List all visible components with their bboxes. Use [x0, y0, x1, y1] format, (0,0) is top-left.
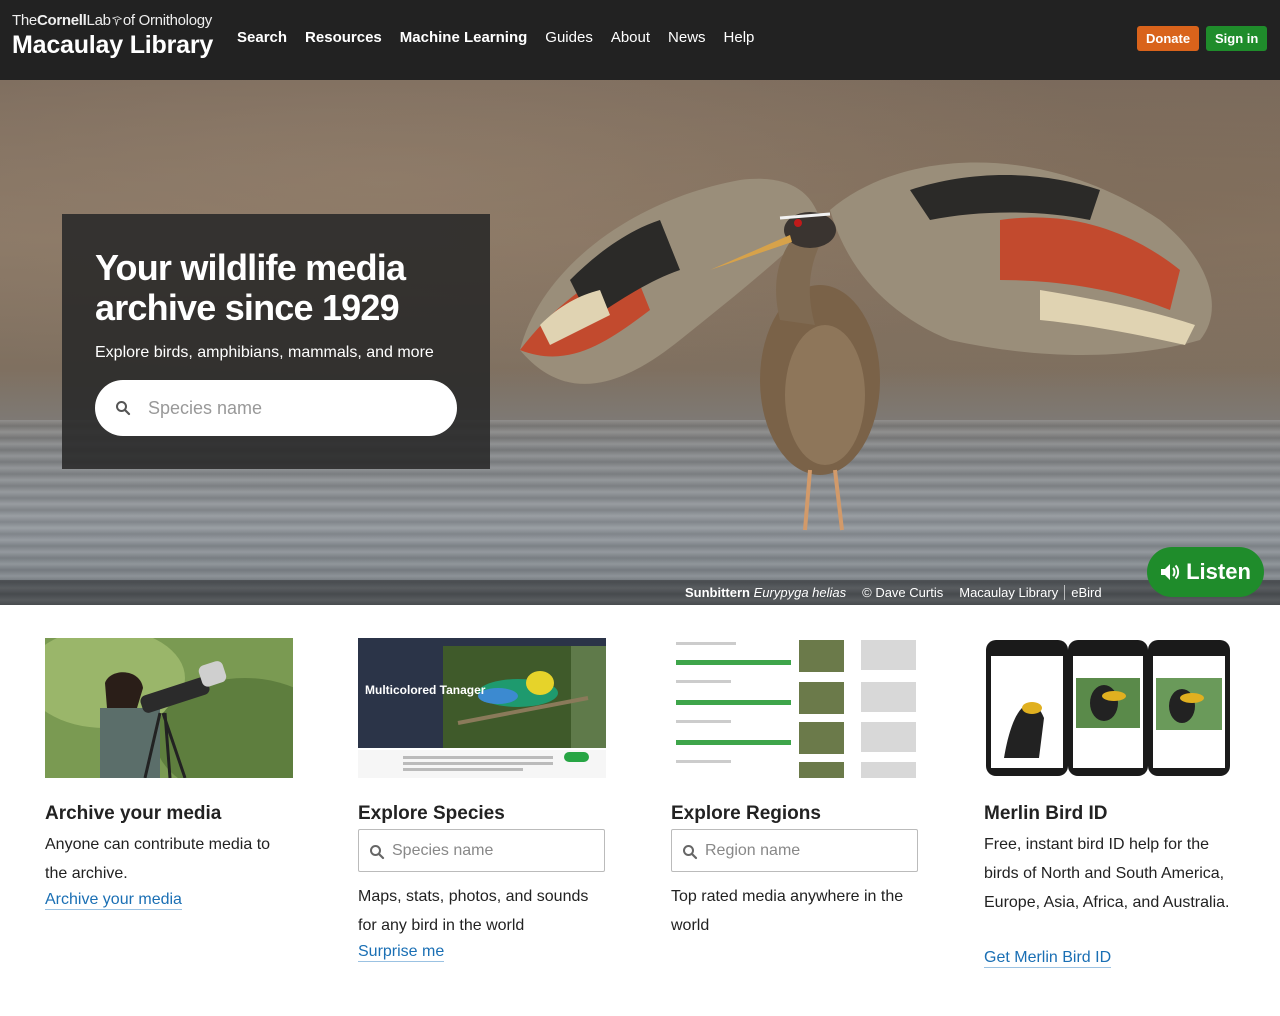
cornell-bird-icon [111, 15, 122, 25]
sign-in-button[interactable]: Sign in [1206, 26, 1268, 51]
macaulay-library-title: Macaulay Library [12, 31, 214, 59]
logo-lab: Lab [86, 12, 111, 29]
region-search-input[interactable]: Region name [671, 829, 918, 872]
hero-species-search[interactable]: Species name [95, 380, 457, 436]
species-search-input[interactable]: Species name [358, 829, 605, 872]
speaker-icon [1161, 564, 1180, 580]
archive-title: Archive your media [45, 803, 222, 824]
card-explore-regions: Explore Regions Region name Top rated me… [671, 638, 919, 934]
photo-caption: Sunbittern Eurypyga helias © Dave Curtis… [685, 585, 1102, 600]
archive-media-link[interactable]: Archive your media [45, 891, 182, 910]
search-icon [683, 845, 698, 860]
card-merlin: Merlin Bird ID Free, instant bird ID hel… [984, 638, 1232, 968]
search-icon [116, 401, 131, 416]
caption-scientific-name: Eurypyga helias [753, 585, 847, 600]
merlin-phones-image [984, 638, 1232, 778]
hero-banner: Your wildlife media archive since 1929 E… [0, 80, 1280, 605]
nav-help[interactable]: Help [724, 29, 755, 46]
region-media-preview [671, 638, 919, 778]
logo-ornithology: of Ornithology [122, 12, 212, 29]
explore-species-description: Maps, stats, photos, and sounds for any … [358, 888, 589, 934]
hero-subtitle: Explore birds, amphibians, mammals, and … [95, 344, 434, 361]
caption-common-name: Sunbittern [685, 585, 750, 600]
merlin-description: Free, instant bird ID help for the birds… [984, 836, 1230, 911]
caption-credit[interactable]: © Dave Curtis [862, 585, 943, 600]
region-search-placeholder: Region name [705, 842, 801, 859]
site-header: The Cornell Lab of Ornithology Macaulay Li… [0, 0, 1280, 80]
nav-about[interactable]: About [611, 29, 650, 46]
get-merlin-link[interactable]: Get Merlin Bird ID [984, 949, 1112, 968]
caption-species[interactable]: Sunbittern Eurypyga helias [685, 585, 846, 600]
regions-thumbnail[interactable] [671, 638, 919, 778]
explore-regions-title: Explore Regions [671, 803, 821, 824]
site-logo[interactable]: The Cornell Lab of Ornithology Macaulay Li… [12, 12, 214, 60]
logo-the: The [12, 12, 37, 29]
merlin-title: Merlin Bird ID [984, 803, 1108, 824]
archive-thumbnail[interactable] [45, 638, 293, 778]
card-explore-species: Multicolored Tanager Explore Species Spe… [358, 638, 606, 962]
nav-guides[interactable]: Guides [545, 29, 593, 46]
archive-description: Anyone can contribute media to the archi… [45, 836, 271, 882]
species-search-placeholder: Species name [392, 842, 494, 859]
nav-machine-learning[interactable]: Machine Learning [400, 29, 528, 46]
explore-regions-description: Top rated media anywhere in the world [671, 888, 904, 934]
photographer-image [45, 638, 293, 778]
hero-search-placeholder: Species name [148, 398, 263, 418]
explore-species-title: Explore Species [358, 803, 505, 824]
search-icon [370, 845, 385, 860]
hero-title: Your wildlife media archive since 1929 [95, 247, 406, 328]
sunbittern-photo [520, 162, 1212, 531]
nav-resources[interactable]: Resources [305, 29, 382, 46]
donate-button[interactable]: Donate [1137, 26, 1200, 51]
logo-cornell: Cornell [36, 12, 87, 29]
card-archive: Archive your media Anyone can contribute… [45, 638, 293, 910]
main-nav: Search Resources Machine Learning Guides Abo… [237, 29, 772, 46]
merlin-thumbnail[interactable] [984, 638, 1232, 778]
species-page-preview: Multicolored Tanager [358, 638, 606, 778]
species-thumbnail[interactable]: Multicolored Tanager [358, 638, 606, 778]
nav-search[interactable]: Search [237, 29, 287, 46]
listen-button[interactable]: Listen [1147, 547, 1264, 597]
caption-library[interactable]: Macaulay Library [959, 585, 1058, 600]
cornell-lab-wordmark: The Cornell Lab of Ornithology [12, 12, 212, 29]
thumb-species-name: Multicolored Tanager [365, 683, 486, 697]
hero-card: Your wildlife media archive since 1929 E… [62, 214, 490, 469]
listen-label: Listen [1186, 559, 1251, 584]
surprise-me-link[interactable]: Surprise me [358, 943, 445, 962]
caption-ebird[interactable]: eBird [1064, 585, 1102, 600]
nav-news[interactable]: News [668, 29, 706, 46]
